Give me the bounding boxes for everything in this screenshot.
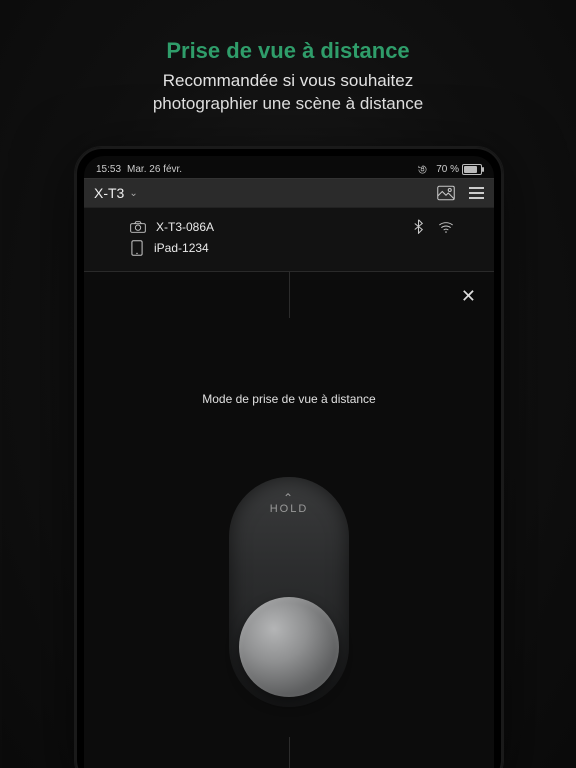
- app-top-bar: X-T3 ⌄: [84, 178, 494, 208]
- panel-divider-bottom: [289, 737, 290, 768]
- battery-indicator: 70 %: [436, 164, 482, 175]
- battery-icon: [462, 164, 482, 175]
- tablet-screen: 15:53 Mar. 26 févr. 70 % X-T3: [84, 156, 494, 768]
- menu-button[interactable]: [469, 187, 484, 199]
- device-name: iPad-1234: [154, 241, 209, 255]
- shutter-button[interactable]: [239, 597, 339, 697]
- camera-name: X-T3-086A: [156, 220, 214, 234]
- tablet-icon: [130, 240, 144, 256]
- subhead-line-1: Recommandée si vous souhaitez: [163, 71, 413, 90]
- shutter-capsule: ⌃ HOLD: [229, 477, 349, 707]
- device-row: iPad-1234: [94, 237, 484, 259]
- camera-selector[interactable]: X-T3 ⌄: [94, 185, 138, 201]
- bluetooth-icon: [413, 219, 424, 234]
- remote-panel: ✕ Mode de prise de vue à distance ⌃ HOLD: [84, 271, 494, 768]
- tablet-frame: 15:53 Mar. 26 févr. 70 % X-T3: [74, 146, 504, 768]
- orientation-lock-icon: [417, 164, 428, 175]
- connection-status: X-T3-086A: [84, 208, 494, 271]
- hold-label: HOLD: [270, 503, 309, 515]
- chevron-down-icon: ⌄: [129, 188, 137, 199]
- feature-headline: Prise de vue à distance: [0, 38, 576, 64]
- wifi-icon: [438, 221, 454, 233]
- camera-icon: [130, 221, 146, 233]
- camera-selector-label: X-T3: [94, 185, 124, 201]
- camera-row: X-T3-086A: [94, 216, 484, 237]
- close-button[interactable]: ✕: [461, 286, 476, 307]
- status-bar: 15:53 Mar. 26 févr. 70 %: [84, 156, 494, 178]
- status-time: 15:53: [96, 164, 121, 175]
- battery-text: 70 %: [436, 164, 459, 175]
- panel-divider-top: [289, 272, 290, 318]
- subhead-line-2: photographier une scène à distance: [153, 94, 423, 113]
- status-date: Mar. 26 févr.: [127, 164, 182, 175]
- gallery-button[interactable]: [437, 185, 455, 201]
- feature-subhead: Recommandée si vous souhaitez photograph…: [0, 70, 576, 116]
- mode-label: Mode de prise de vue à distance: [84, 392, 494, 406]
